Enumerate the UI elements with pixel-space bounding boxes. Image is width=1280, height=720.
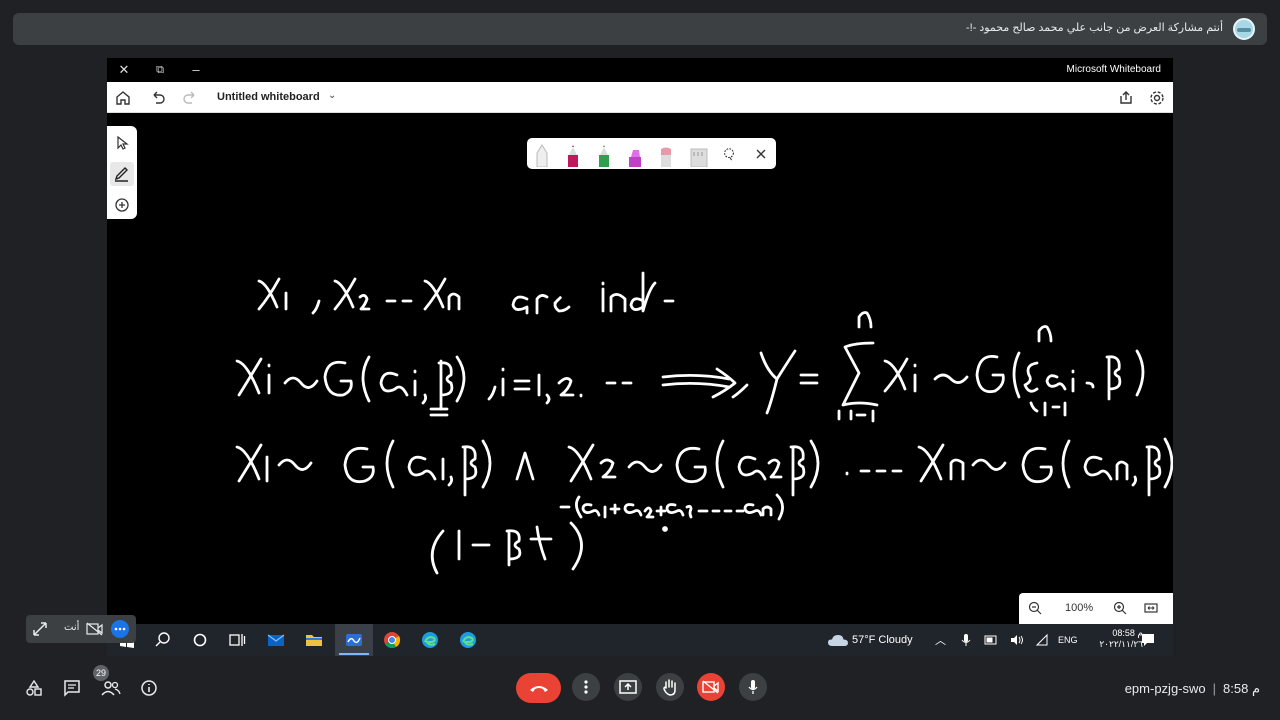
fit-to-screen-icon[interactable] [1143,600,1159,616]
zoom-level[interactable]: 100% [1065,602,1093,614]
select-pointer-icon[interactable] [113,134,131,152]
mail-icon[interactable] [266,630,286,650]
whiteboard-window: ✕ ⧉ – Microsoft Whiteboard Untitled whit… [107,58,1173,624]
share-icon[interactable] [1117,89,1135,107]
raise-hand-button[interactable] [656,673,684,701]
hand-icon [663,679,676,696]
windows-taskbar: 57°F Cloudy ︿ ENG م 08:58 ٢٠٢٢/١١/٢٦ [107,624,1173,656]
meet-controls-bar: 29 epm-pzjg-swo | 8:58 م [0,660,1280,720]
eraser-icon[interactable] [659,143,673,167]
self-view-tile[interactable]: أنت [26,615,136,643]
tools-panel [107,126,137,219]
chat-icon[interactable] [63,679,81,697]
notifications-icon[interactable] [1141,633,1155,647]
screen: أنتم مشاركة العرض من جانب علي محمد صالح … [0,0,1280,720]
expand-icon[interactable] [32,621,48,637]
search-icon[interactable] [153,630,173,650]
people-icon[interactable] [101,679,121,697]
pen-green-icon[interactable] [597,143,611,167]
add-icon[interactable] [113,196,131,214]
pen-icon [114,167,128,182]
handwritten-ink [235,271,1173,575]
present-button[interactable] [614,673,642,701]
window-titlebar: ✕ ⧉ – Microsoft Whiteboard [107,58,1173,82]
app-title: Microsoft Whiteboard [1066,64,1161,75]
camera-off-icon[interactable] [86,622,104,636]
language-indicator[interactable]: ENG [1058,635,1078,645]
info-icon[interactable] [140,679,158,697]
weather-text: Cloudy [878,634,913,646]
microphone-icon[interactable] [960,633,972,647]
presenting-banner: أنتم مشاركة العرض من جانب علي محمد صالح … [13,13,1267,45]
zoom-out-icon[interactable] [1027,600,1043,616]
chevron-up-icon[interactable]: ︿ [935,632,946,648]
more-options-icon[interactable] [110,619,130,639]
self-label: أنت [64,622,80,633]
weather-widget[interactable]: 57°F Cloudy [852,634,913,646]
meeting-info-separator: | [1212,681,1217,696]
microphone-toggle-button[interactable] [739,673,767,701]
more-vert-icon [584,680,588,694]
gear-icon[interactable] [1148,89,1166,107]
redo-icon[interactable] [181,89,199,107]
whiteboard-canvas[interactable]: 100% [107,113,1173,624]
network-icon[interactable] [1035,633,1049,647]
hang-up-icon [530,686,548,692]
restore-icon[interactable]: ⧉ [151,61,169,79]
pen-white-icon[interactable] [535,143,549,167]
minimize-icon[interactable]: – [187,61,205,79]
activities-icon[interactable] [25,679,43,697]
board-name[interactable]: Untitled whiteboard [217,91,320,103]
battery-icon[interactable] [984,634,998,646]
more-actions-button[interactable] [572,673,600,701]
video-off-icon [702,680,719,694]
ruler-icon[interactable] [689,143,709,167]
zoom-in-icon[interactable] [1112,600,1128,616]
ink-toolbar [527,138,776,169]
lasso-icon[interactable] [722,146,736,162]
cloud-icon [828,635,848,646]
end-call-button[interactable] [516,673,561,703]
task-view-icon[interactable] [227,630,247,650]
clock-time: 08:58 [1112,628,1135,638]
zoom-controls: 100% [1019,593,1173,624]
undo-icon[interactable] [149,89,167,107]
file-explorer-icon[interactable] [304,630,324,650]
close-icon[interactable]: ✕ [115,61,133,79]
whiteboard-app-icon[interactable] [344,630,364,650]
camera-toggle-button[interactable] [697,673,725,701]
active-indicator [339,653,369,655]
pen-tool-button[interactable] [110,162,134,186]
clock[interactable]: م 08:58 ٢٠٢٢/١١/٢٦ [1087,628,1143,650]
clock-date: ٢٠٢٢/١١/٢٦ [1099,639,1143,649]
whiteboard-toolbar: Untitled whiteboard ⌄ [107,82,1173,113]
meeting-time: 8:58 م [1223,681,1260,696]
edge-icon-2[interactable] [458,630,478,650]
edge-icon[interactable] [420,630,440,650]
pen-magenta-icon[interactable] [566,143,580,167]
presenter-avatar [1233,18,1255,40]
meeting-info: epm-pzjg-swo | 8:58 م [1125,681,1260,697]
mic-icon [748,680,758,694]
meeting-code: epm-pzjg-swo [1124,681,1206,696]
speaker-icon[interactable] [1010,634,1024,646]
highlighter-icon[interactable] [628,143,642,167]
presenting-text: أنتم مشاركة العرض من جانب علي محمد صالح … [965,22,1223,34]
present-screen-icon [619,680,637,694]
close-icon[interactable] [754,147,768,161]
chrome-icon[interactable] [382,630,402,650]
home-icon[interactable] [114,89,132,107]
cortana-icon[interactable] [190,630,210,650]
weather-temp: 57°F [852,634,876,646]
chevron-down-icon[interactable]: ⌄ [328,90,336,101]
